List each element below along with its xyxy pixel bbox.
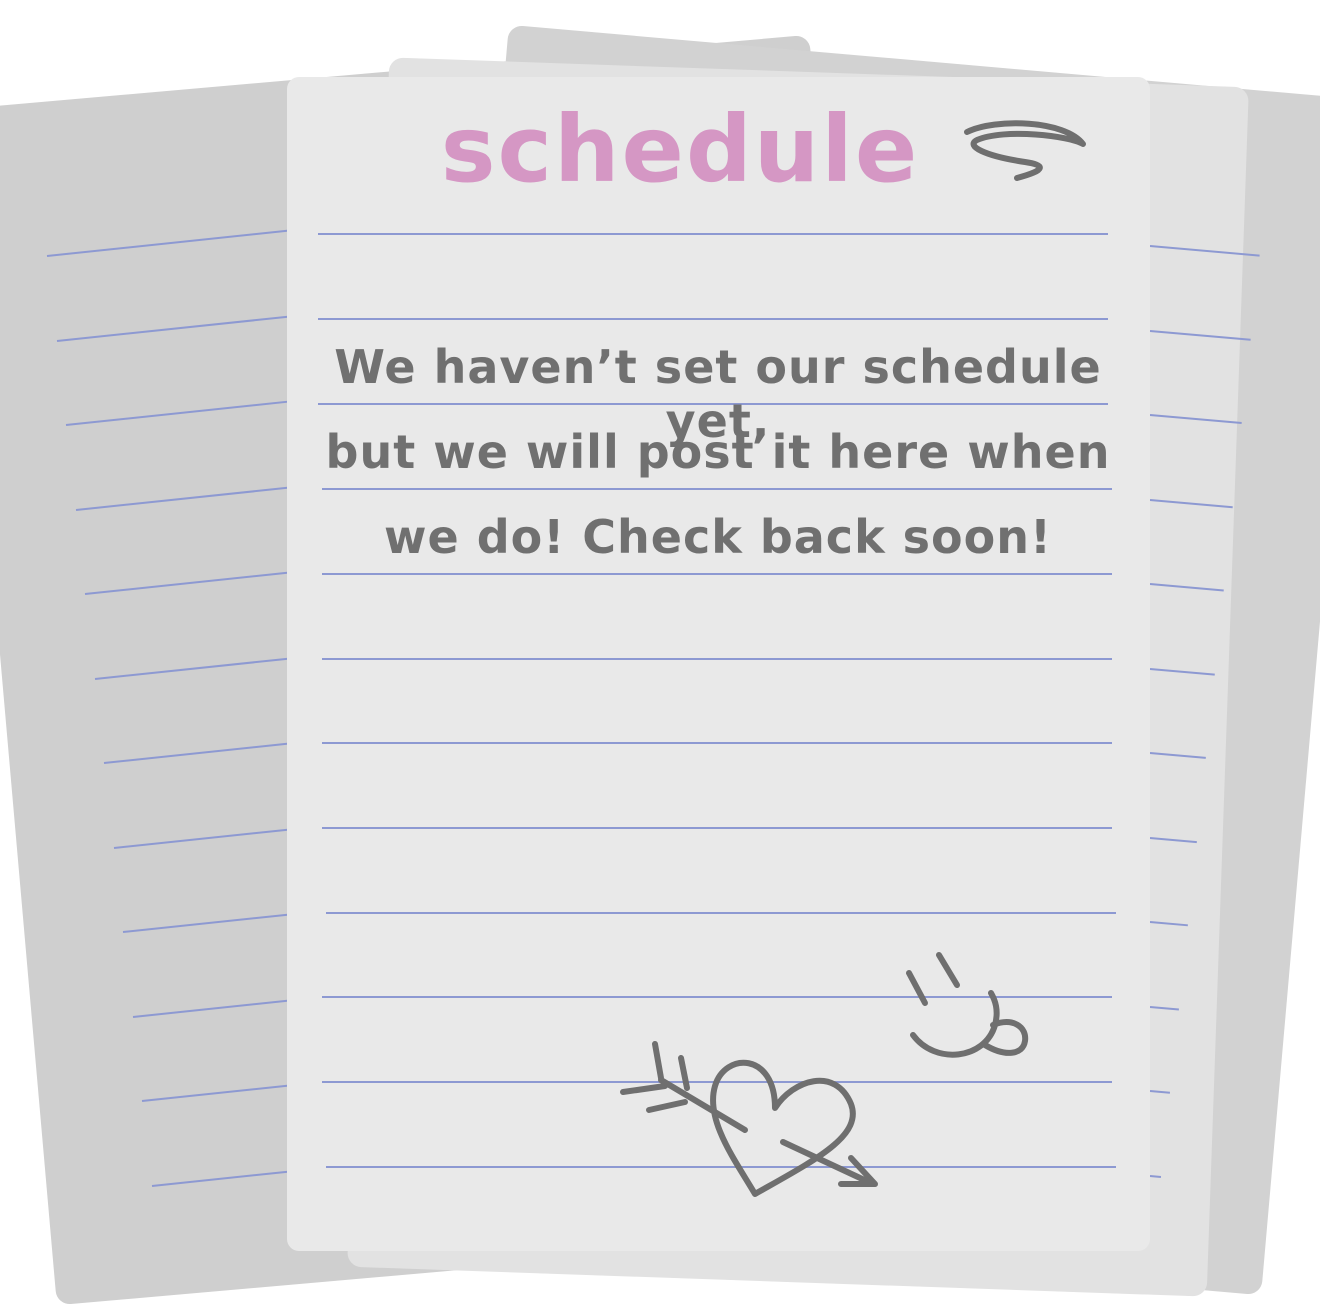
front-ruled-line	[322, 827, 1112, 829]
back-ruled-line	[1149, 1174, 1162, 1178]
note-title: schedule	[440, 96, 920, 203]
heart-arrow-icon	[620, 1041, 878, 1197]
front-ruled-line	[322, 573, 1112, 575]
front-ruled-line	[322, 742, 1112, 744]
front-ruled-line	[318, 233, 1108, 235]
front-ruled-line	[322, 488, 1112, 490]
scribble-icon	[964, 120, 1086, 181]
front-ruled-line	[326, 912, 1116, 914]
message-line-3: we do! Check back soon!	[384, 510, 1052, 564]
message-line-2: but we will post it here when	[325, 425, 1111, 479]
smiley-icon	[906, 952, 1029, 1058]
front-ruled-line	[318, 318, 1108, 320]
front-ruled-line	[322, 658, 1112, 660]
